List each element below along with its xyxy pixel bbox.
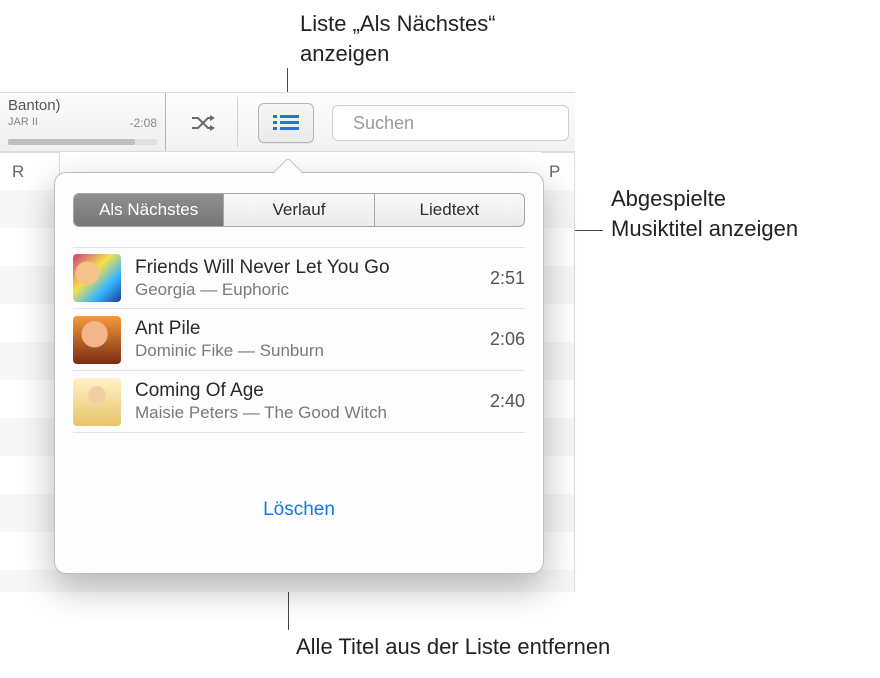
shuffle-icon [190, 113, 216, 133]
track-row[interactable]: Ant Pile Dominic Fike — Sunburn 2:06 [73, 309, 525, 371]
search-input[interactable] [351, 112, 587, 135]
callout-clear: Alle Titel aus der Liste entfernen [296, 632, 610, 662]
callout-history: Abgespielte Musiktitel anzeigen [611, 184, 798, 243]
clear-button[interactable]: Löschen [55, 499, 543, 521]
progress-track[interactable] [8, 139, 157, 145]
track-subtitle: Georgia — Euphoric [135, 280, 476, 300]
column-header[interactable]: R [0, 152, 60, 190]
callout-upnext: Liste „Als Nächstes“ anzeigen [300, 9, 496, 68]
track-duration: 2:51 [490, 268, 525, 289]
search-box[interactable] [332, 105, 569, 141]
track-title: Ant Pile [135, 318, 476, 340]
callout-line: Abgespielte [611, 184, 798, 214]
now-playing[interactable]: Banton) JAR II -2:08 [0, 93, 166, 151]
track-subtitle: Maisie Peters — The Good Witch [135, 403, 476, 423]
album-art [73, 316, 121, 364]
track-duration: 2:40 [490, 391, 525, 412]
tab-upnext[interactable]: Als Nächstes [74, 194, 224, 226]
column-header[interactable]: P [541, 152, 575, 190]
track-list: Friends Will Never Let You Go Georgia — … [73, 247, 525, 433]
list-icon [271, 112, 301, 134]
album-art [73, 378, 121, 426]
tab-lyrics[interactable]: Liedtext [375, 194, 524, 226]
callout-line: anzeigen [300, 39, 496, 69]
now-playing-title: Banton) [8, 97, 155, 114]
shuffle-button[interactable] [183, 106, 223, 140]
track-row[interactable]: Coming Of Age Maisie Peters — The Good W… [73, 371, 525, 433]
upnext-popover: Als Nächstes Verlauf Liedtext Friends Wi… [54, 172, 544, 574]
segmented-control: Als Nächstes Verlauf Liedtext [73, 193, 525, 227]
track-row[interactable]: Friends Will Never Let You Go Georgia — … [73, 247, 525, 309]
remaining-time: -2:08 [130, 116, 157, 130]
callout-line: Liste „Als Nächstes“ [300, 9, 496, 39]
callout-line: Musiktitel anzeigen [611, 214, 798, 244]
track-subtitle: Dominic Fike — Sunburn [135, 341, 476, 361]
track-title: Friends Will Never Let You Go [135, 257, 476, 279]
toolbar: Banton) JAR II -2:08 [0, 92, 575, 152]
track-title: Coming Of Age [135, 380, 476, 402]
upnext-button[interactable] [258, 103, 314, 143]
tab-history[interactable]: Verlauf [224, 194, 374, 226]
album-art [73, 254, 121, 302]
track-duration: 2:06 [490, 329, 525, 350]
callout-line: Alle Titel aus der Liste entfernen [296, 632, 610, 662]
divider [237, 97, 238, 147]
